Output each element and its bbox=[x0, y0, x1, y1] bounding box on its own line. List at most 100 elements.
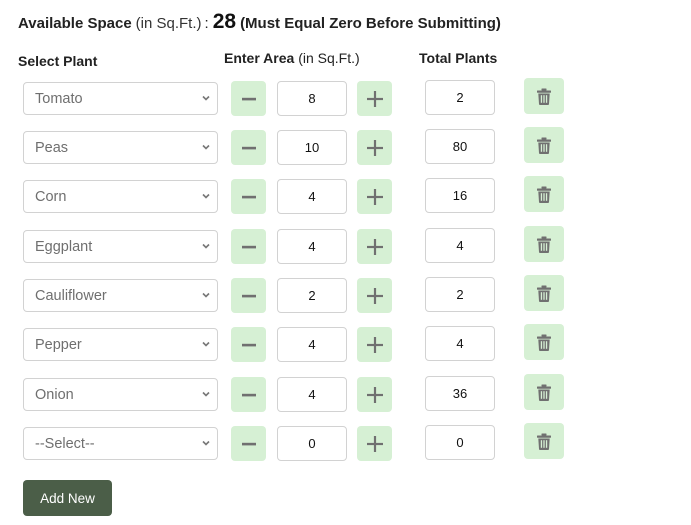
decrease-area-button[interactable] bbox=[231, 377, 266, 412]
delete-row-button[interactable] bbox=[524, 176, 564, 212]
trash-icon bbox=[537, 334, 551, 351]
available-space-summary: Available Space (in Sq.Ft.) : 28 (Must E… bbox=[18, 10, 501, 38]
area-input[interactable]: 4 bbox=[277, 229, 347, 264]
plant-select[interactable]: --Select-- bbox=[23, 427, 218, 460]
plus-icon bbox=[366, 90, 383, 107]
total-plants-value: 0 bbox=[456, 435, 464, 450]
total-plants-field: 2 bbox=[425, 277, 495, 312]
decrease-area-button[interactable] bbox=[231, 229, 266, 264]
plant-row: --Select-- 0 0 bbox=[0, 423, 691, 464]
total-plants-field: 4 bbox=[425, 228, 495, 263]
area-input-value: 10 bbox=[304, 140, 320, 155]
trash-icon bbox=[537, 285, 551, 302]
chevron-down-icon bbox=[202, 193, 210, 199]
total-plants-field: 2 bbox=[425, 80, 495, 115]
delete-row-button[interactable] bbox=[524, 127, 564, 163]
plant-select-value: Corn bbox=[35, 188, 67, 205]
column-header-total: Total Plants bbox=[419, 50, 497, 66]
delete-row-button[interactable] bbox=[524, 78, 564, 114]
available-space-label: Available Space bbox=[18, 15, 132, 32]
decrease-area-button[interactable] bbox=[231, 179, 266, 214]
column-header-area: Enter Area (in Sq.Ft.) bbox=[224, 50, 360, 66]
add-new-button-label: Add New bbox=[40, 490, 95, 506]
minus-icon bbox=[241, 195, 256, 198]
plus-icon bbox=[366, 238, 383, 255]
total-plants-value: 2 bbox=[456, 90, 464, 105]
plant-select[interactable]: Corn bbox=[23, 180, 218, 213]
total-plants-value: 4 bbox=[456, 336, 464, 351]
total-plants-field: 80 bbox=[425, 129, 495, 164]
trash-icon bbox=[537, 137, 551, 154]
decrease-area-button[interactable] bbox=[231, 81, 266, 116]
trash-icon bbox=[537, 236, 551, 253]
decrease-area-button[interactable] bbox=[231, 426, 266, 461]
plant-select-value: Tomato bbox=[35, 90, 83, 107]
chevron-down-icon bbox=[202, 440, 210, 446]
column-header-area-label: Enter Area bbox=[224, 50, 295, 66]
plant-select[interactable]: Peas bbox=[23, 131, 218, 164]
increase-area-button[interactable] bbox=[357, 278, 392, 313]
decrease-area-button[interactable] bbox=[231, 327, 266, 362]
delete-row-button[interactable] bbox=[524, 226, 564, 262]
increase-area-button[interactable] bbox=[357, 130, 392, 165]
plant-select[interactable]: Cauliflower bbox=[23, 279, 218, 312]
plus-icon bbox=[366, 188, 383, 205]
delete-row-button[interactable] bbox=[524, 374, 564, 410]
plant-select-value: Pepper bbox=[35, 336, 82, 353]
total-plants-field: 16 bbox=[425, 178, 495, 213]
plant-select[interactable]: Onion bbox=[23, 378, 218, 411]
decrease-area-button[interactable] bbox=[231, 130, 266, 165]
delete-row-button[interactable] bbox=[524, 324, 564, 360]
increase-area-button[interactable] bbox=[357, 179, 392, 214]
total-plants-field: 4 bbox=[425, 326, 495, 361]
chevron-down-icon bbox=[202, 95, 210, 101]
minus-icon bbox=[241, 146, 256, 149]
minus-icon bbox=[241, 343, 256, 346]
increase-area-button[interactable] bbox=[357, 229, 392, 264]
area-input[interactable]: 4 bbox=[277, 327, 347, 362]
area-input-value: 2 bbox=[308, 288, 316, 303]
area-input-value: 4 bbox=[308, 189, 316, 204]
total-plants-field: 0 bbox=[425, 425, 495, 460]
plant-row: Cauliflower 2 2 bbox=[0, 275, 691, 316]
area-input-value: 8 bbox=[308, 91, 316, 106]
plus-icon bbox=[366, 336, 383, 353]
increase-area-button[interactable] bbox=[357, 377, 392, 412]
increase-area-button[interactable] bbox=[357, 426, 392, 461]
total-plants-value: 2 bbox=[456, 287, 464, 302]
plant-select[interactable]: Eggplant bbox=[23, 230, 218, 263]
increase-area-button[interactable] bbox=[357, 81, 392, 116]
area-input[interactable]: 4 bbox=[277, 179, 347, 214]
area-input-value: 4 bbox=[308, 337, 316, 352]
area-input[interactable]: 0 bbox=[277, 426, 347, 461]
area-input-value: 4 bbox=[308, 387, 316, 402]
plus-icon bbox=[366, 139, 383, 156]
delete-row-button[interactable] bbox=[524, 275, 564, 311]
area-input[interactable]: 10 bbox=[277, 130, 347, 165]
plant-select-value: Peas bbox=[35, 139, 69, 156]
area-input-value: 4 bbox=[308, 239, 316, 254]
plant-row: Peas 10 80 bbox=[0, 127, 691, 168]
column-header-total-label: Total Plants bbox=[419, 50, 498, 66]
area-input[interactable]: 2 bbox=[277, 278, 347, 313]
add-new-button[interactable]: Add New bbox=[23, 480, 112, 516]
minus-icon bbox=[241, 442, 256, 445]
plus-icon bbox=[366, 386, 383, 403]
plant-select[interactable]: Tomato bbox=[23, 82, 218, 115]
total-plants-field: 36 bbox=[425, 376, 495, 411]
decrease-area-button[interactable] bbox=[231, 278, 266, 313]
minus-icon bbox=[241, 245, 256, 248]
available-space-unit: (in Sq.Ft.) bbox=[135, 15, 202, 32]
delete-row-button[interactable] bbox=[524, 423, 564, 459]
area-input[interactable]: 4 bbox=[277, 377, 347, 412]
minus-icon bbox=[241, 294, 256, 297]
minus-icon bbox=[241, 97, 256, 100]
area-input-value: 0 bbox=[308, 436, 316, 451]
area-input[interactable]: 8 bbox=[277, 81, 347, 116]
plant-row: Eggplant 4 4 bbox=[0, 226, 691, 267]
plant-select[interactable]: Pepper bbox=[23, 328, 218, 361]
increase-area-button[interactable] bbox=[357, 327, 392, 362]
plant-select-value: Cauliflower bbox=[35, 287, 107, 304]
chevron-down-icon bbox=[202, 391, 210, 397]
plus-icon bbox=[366, 287, 383, 304]
